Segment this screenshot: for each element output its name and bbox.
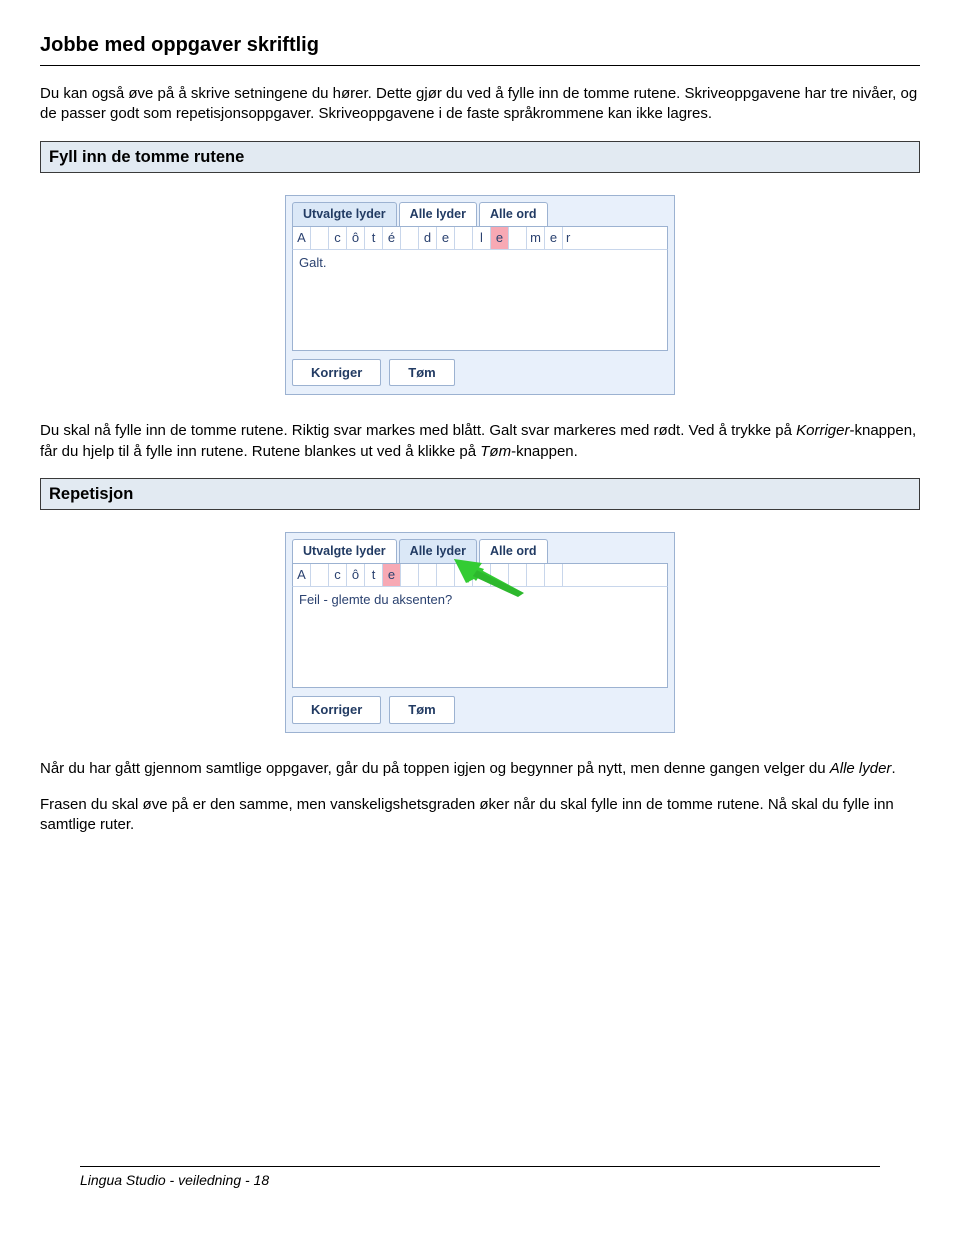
letter-cell[interactable] xyxy=(455,564,473,586)
tab-alle-ord[interactable]: Alle ord xyxy=(479,539,548,563)
letter-cell-error[interactable]: e xyxy=(383,564,401,586)
footer-text: Lingua Studio - veiledning - 18 xyxy=(80,1171,880,1190)
letter-cell[interactable] xyxy=(419,564,437,586)
letter-cell[interactable] xyxy=(401,564,419,586)
letter-cell[interactable] xyxy=(563,564,667,586)
letter-cell[interactable]: d xyxy=(419,227,437,249)
letter-cell[interactable]: ô xyxy=(347,564,365,586)
footer-divider xyxy=(80,1166,880,1167)
exercise-panel-1: Utvalgte lyder Alle lyder Alle ord A c ô… xyxy=(285,195,675,396)
letter-cell[interactable]: t xyxy=(365,564,383,586)
letter-cell-error[interactable]: e xyxy=(491,227,509,249)
letter-cell[interactable] xyxy=(527,564,545,586)
korriger-button[interactable]: Korriger xyxy=(292,696,381,724)
letter-cell[interactable] xyxy=(311,227,329,249)
section1-after-text: Du skal nå fylle inn de tomme rutene. Ri… xyxy=(40,421,920,462)
letter-cell[interactable]: é xyxy=(383,227,401,249)
page-footer: Lingua Studio - veiledning - 18 xyxy=(80,1166,880,1190)
letter-cell[interactable]: r xyxy=(563,227,667,249)
letter-cell[interactable]: c xyxy=(329,564,347,586)
tab-alle-lyder[interactable]: Alle lyder xyxy=(399,202,477,226)
feedback-area: Feil - glemte du aksenten? xyxy=(292,586,668,688)
tab-alle-lyder[interactable]: Alle lyder xyxy=(399,539,477,563)
letter-cell[interactable]: m xyxy=(527,227,545,249)
letter-cell[interactable]: A xyxy=(293,564,311,586)
section2-after-text-2: Frasen du skal øve på er den samme, men … xyxy=(40,795,920,836)
letter-cell[interactable]: A xyxy=(293,227,311,249)
letter-cell[interactable]: ô xyxy=(347,227,365,249)
korriger-button[interactable]: Korriger xyxy=(292,359,381,387)
letter-cell[interactable] xyxy=(473,564,491,586)
section-repetisjon: Repetisjon xyxy=(40,478,920,510)
section-fyll-inn: Fyll inn de tomme rutene xyxy=(40,141,920,173)
letter-cell[interactable]: e xyxy=(545,227,563,249)
title-divider xyxy=(40,65,920,66)
letter-cell[interactable] xyxy=(509,564,527,586)
letter-cell[interactable] xyxy=(401,227,419,249)
feedback-area: Galt. xyxy=(292,249,668,351)
letter-cell[interactable] xyxy=(545,564,563,586)
tab-alle-ord[interactable]: Alle ord xyxy=(479,202,548,226)
letter-cell[interactable]: t xyxy=(365,227,383,249)
page-title: Jobbe med oppgaver skriftlig xyxy=(40,32,920,61)
letter-row[interactable]: A c ô t é d e l e m e r xyxy=(292,226,668,249)
letter-row[interactable]: A c ô t e xyxy=(292,563,668,586)
letter-cell[interactable]: c xyxy=(329,227,347,249)
letter-cell[interactable] xyxy=(491,564,509,586)
tom-button[interactable]: Tøm xyxy=(389,696,454,724)
section2-after-text-1: Når du har gått gjennom samtlige oppgave… xyxy=(40,759,920,779)
letter-cell[interactable]: e xyxy=(437,227,455,249)
tab-utvalgte-lyder[interactable]: Utvalgte lyder xyxy=(292,539,397,563)
tom-button[interactable]: Tøm xyxy=(389,359,454,387)
intro-paragraph: Du kan også øve på å skrive setningene d… xyxy=(40,84,920,125)
letter-cell[interactable] xyxy=(455,227,473,249)
letter-cell[interactable]: l xyxy=(473,227,491,249)
tab-utvalgte-lyder[interactable]: Utvalgte lyder xyxy=(292,202,397,226)
letter-cell[interactable] xyxy=(509,227,527,249)
letter-cell[interactable] xyxy=(311,564,329,586)
exercise-panel-2: Utvalgte lyder Alle lyder Alle ord A c ô… xyxy=(285,532,675,733)
letter-cell[interactable] xyxy=(437,564,455,586)
